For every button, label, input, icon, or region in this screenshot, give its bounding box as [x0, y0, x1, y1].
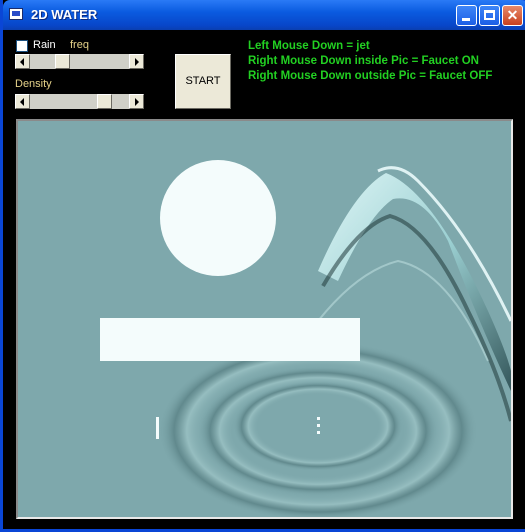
title-bar[interactable]: 2D WATER ✕	[3, 0, 525, 30]
water-simulation-canvas[interactable]	[16, 119, 513, 519]
close-icon: ✕	[506, 7, 519, 23]
minimize-button[interactable]	[456, 5, 477, 26]
window-title: 2D WATER	[31, 7, 98, 22]
app-icon[interactable]	[9, 8, 23, 20]
close-button[interactable]: ✕	[502, 5, 523, 26]
faucet-dot	[317, 431, 320, 434]
freq-label: freq	[70, 39, 89, 51]
rain-label: Rain	[33, 39, 56, 51]
scroll-right-arrow-icon[interactable]	[129, 54, 144, 69]
density-label: Density	[15, 78, 52, 90]
faucet-dot	[317, 424, 320, 427]
maximize-icon	[484, 10, 495, 20]
scroll-right-arrow-icon[interactable]	[129, 94, 144, 109]
info-line-faucet-off: Right Mouse Down outside Pic = Faucet OF…	[248, 70, 493, 82]
freq-slider-thumb[interactable]	[55, 54, 71, 69]
faucet-dot	[317, 417, 320, 420]
density-slider-thumb[interactable]	[97, 94, 113, 109]
water-surface	[100, 160, 511, 517]
scroll-left-arrow-icon[interactable]	[15, 94, 30, 109]
density-slider[interactable]	[15, 94, 144, 109]
small-obstacle	[156, 417, 159, 439]
maximize-button[interactable]	[479, 5, 500, 26]
info-line-faucet-on: Right Mouse Down inside Pic = Faucet ON	[248, 55, 479, 67]
round-obstacle	[160, 160, 276, 276]
scroll-left-arrow-icon[interactable]	[15, 54, 30, 69]
freq-slider[interactable]	[15, 54, 144, 69]
info-line-jet: Left Mouse Down = jet	[248, 40, 370, 52]
app-window: 2D WATER ✕ Rain freq Density START Left …	[0, 0, 525, 532]
start-button[interactable]: START	[175, 54, 231, 109]
rain-checkbox[interactable]	[16, 40, 28, 52]
minimize-icon	[462, 18, 470, 21]
bar-obstacle	[100, 318, 360, 361]
client-area: Rain freq Density START Left Mouse Down …	[6, 30, 525, 529]
